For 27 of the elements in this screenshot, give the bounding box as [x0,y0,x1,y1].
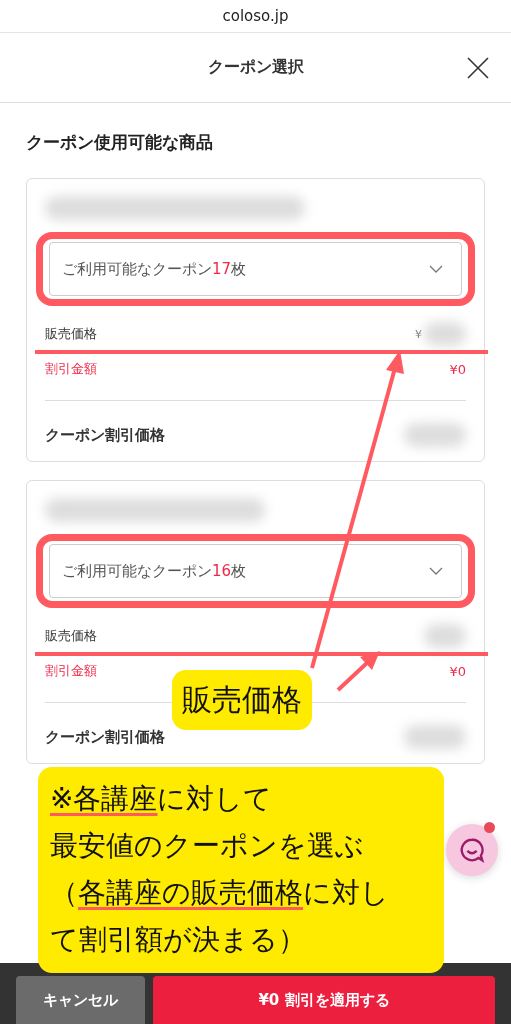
cancel-button[interactable]: キャンセル [16,976,145,1024]
discount-value: ¥0 [449,663,466,679]
chevron-down-icon [429,265,443,273]
section-title: クーポン使用可能な商品 [26,131,214,154]
close-button[interactable] [465,55,491,81]
chat-bubble-icon [458,836,486,864]
url-text: coloso.jp [222,7,289,25]
blurred-price [404,725,466,749]
coupon-dropdown[interactable]: ご利用可能なクーポン16枚 [49,544,462,598]
blurred-price [404,423,466,447]
dialog-title: クーポン選択 [207,57,304,78]
currency-sign: ¥ [415,327,422,341]
apply-button[interactable]: ¥0 割引を適用する [153,976,495,1024]
blurred-price [424,624,466,648]
coupon-price-label: クーポン割引価格 [45,425,165,445]
discount-value: ¥0 [449,361,466,377]
coupon-dropdown[interactable]: ご利用可能なクーポン17枚 [49,242,462,296]
chat-button[interactable] [446,824,498,876]
callout-note: ※各講座に対して 最安値のクーポンを選ぶ （各講座の販売価格に対し て割引額が決まる） [38,767,444,973]
sale-price-label: 販売価格 [45,325,97,343]
sale-price-label: 販売価格 [45,627,97,645]
chevron-down-icon [429,567,443,575]
discount-label: 割引金額 [45,662,97,680]
coupon-price-label: クーポン割引価格 [45,727,165,747]
callout-label: 販売価格 [172,670,312,730]
discount-label: 割引金額 [45,360,97,378]
blurred-price [424,322,466,346]
